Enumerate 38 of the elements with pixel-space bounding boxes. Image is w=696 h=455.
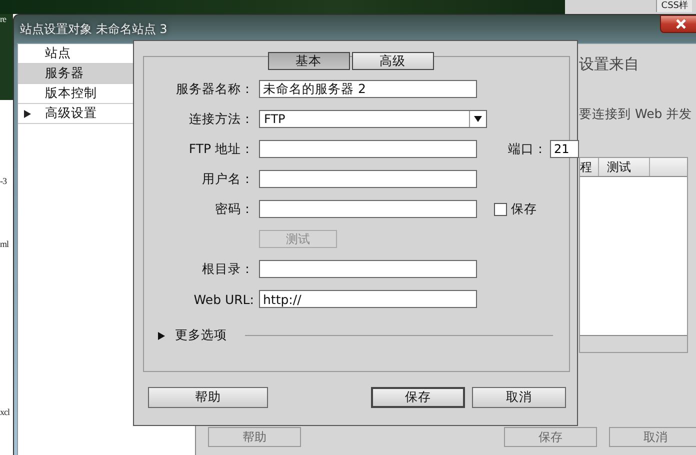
close-icon [675, 19, 687, 29]
field-label: 根目录： [201, 260, 254, 278]
field-label: FTP 地址： [188, 140, 254, 158]
field-label: 用户名： [201, 170, 254, 188]
column-header[interactable]: 程 [580, 158, 599, 176]
more-options-toggle[interactable]: 更多选项 [158, 327, 227, 344]
window-title: 站点设置对象 未命名站点 3 [20, 20, 168, 38]
description-text: 要连接到 Web 并发 [579, 106, 694, 123]
text-field[interactable] [259, 200, 477, 218]
tab[interactable]: 基本 [268, 52, 350, 70]
field-label: 端口： [508, 140, 547, 158]
window-button[interactable]: 帮助 [208, 427, 301, 447]
text-field[interactable] [259, 140, 477, 158]
field-label: Web URL: [192, 292, 254, 306]
editor-text: -3 [0, 176, 6, 187]
editor-text: ml [0, 239, 9, 250]
tab[interactable]: 高级 [352, 52, 434, 70]
dialog-button[interactable]: 取消 [472, 387, 566, 408]
expand-arrow-icon [24, 110, 31, 118]
editor-text: xcl [0, 407, 10, 418]
section-heading: 设置来自 [579, 55, 640, 74]
dialog-button[interactable]: 帮助 [148, 387, 268, 408]
text-field[interactable]: 未命名的服务器 2 [259, 80, 477, 98]
window-button[interactable]: 保存 [504, 427, 597, 447]
close-button[interactable] [660, 15, 696, 33]
expand-arrow-icon [158, 332, 165, 340]
editor-text: re [0, 14, 6, 25]
column-header[interactable]: 测试 [599, 158, 650, 176]
window-button[interactable]: 取消 [609, 427, 696, 447]
text-field[interactable]: http:// [259, 290, 477, 308]
connection-dropdown[interactable]: FTP [259, 110, 487, 128]
text-field[interactable] [259, 170, 477, 188]
text-field[interactable] [259, 260, 477, 278]
dialog-button[interactable]: 保存 [371, 387, 465, 408]
field-label: 密码： [214, 200, 254, 218]
panel-tab[interactable]: CSS样 [656, 0, 692, 12]
save-checkbox[interactable]: 保存 [492, 200, 537, 218]
port-field[interactable]: 21 [550, 140, 579, 158]
